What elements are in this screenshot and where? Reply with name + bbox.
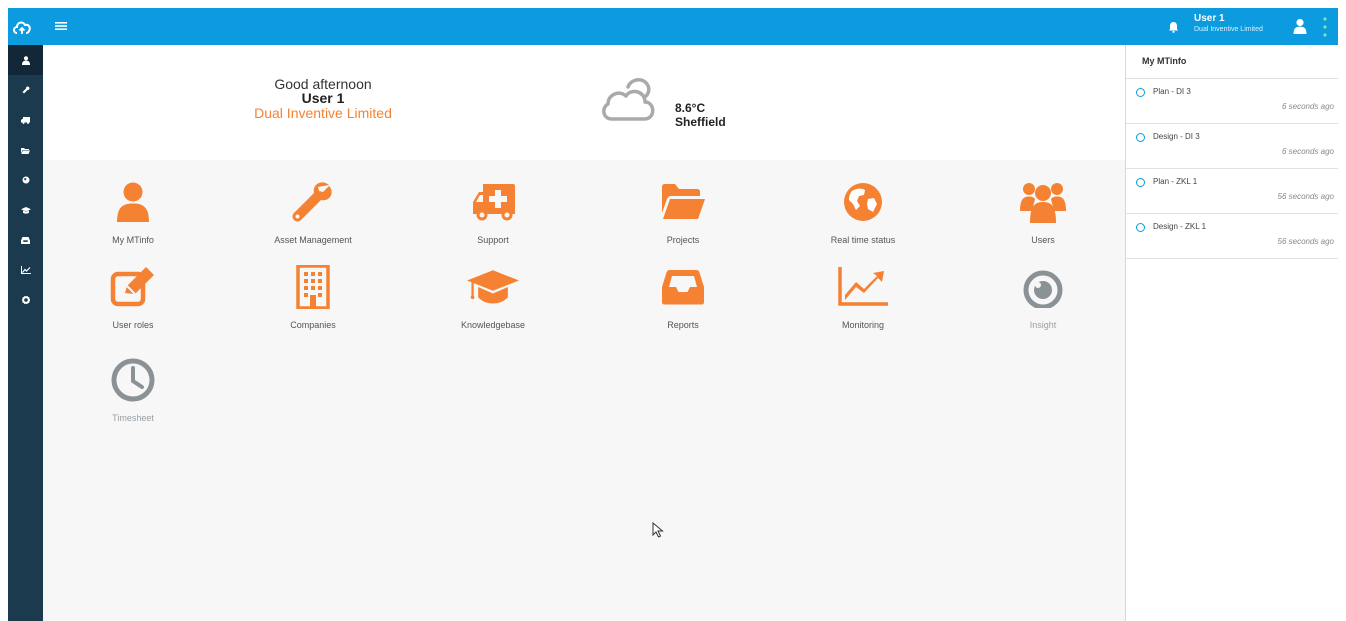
- weather-temperature: 8.6°C: [675, 101, 706, 115]
- recent-activity-panel: My MTinfo Plan - DI 3 6 seconds ago Desi…: [1125, 45, 1338, 621]
- sidebar-item-asset-management[interactable]: [8, 75, 43, 105]
- header-company-name: Dual Inventive Limited: [1194, 26, 1263, 33]
- status-circle-icon: [1136, 88, 1145, 97]
- tile-real-time-status[interactable]: Real time status: [793, 178, 933, 258]
- target-icon: [1017, 263, 1069, 311]
- recent-item-time: 6 seconds ago: [1281, 147, 1334, 156]
- tile-label: Timesheet: [112, 413, 154, 423]
- recent-item-time: 56 seconds ago: [1277, 192, 1335, 201]
- ambulance-icon: [467, 178, 519, 226]
- sidebar: [8, 45, 43, 621]
- recent-item-title: Plan - ZKL 1: [1153, 177, 1198, 186]
- building-icon: [287, 263, 339, 311]
- recent-item[interactable]: Design - ZKL 1 56 seconds ago: [1126, 214, 1338, 259]
- wrench-icon: [287, 178, 339, 226]
- user-icon: [107, 178, 159, 226]
- sidebar-item-knowledgebase[interactable]: [8, 195, 43, 225]
- sidebar-item-projects[interactable]: [8, 135, 43, 165]
- tile-reports[interactable]: Reports: [613, 263, 753, 343]
- folder-icon: [21, 147, 30, 154]
- tile-label: Real time status: [830, 235, 896, 245]
- top-bar: User 1 Dual Inventive Limited: [8, 8, 1338, 45]
- tile-projects[interactable]: Projects: [613, 178, 753, 258]
- user-avatar-icon[interactable]: [1290, 14, 1310, 38]
- weather-readout: 8.6°C Sheffield: [675, 101, 726, 129]
- folder-open-icon: [657, 178, 709, 226]
- recent-activity-title: My MTinfo: [1126, 45, 1338, 79]
- greeting-panel: Good afternoon User 1 Dual Inventive Lim…: [43, 45, 1125, 160]
- recent-item-title: Design - DI 3: [1153, 132, 1200, 141]
- header-user-name: User 1: [1194, 13, 1225, 24]
- bell-icon[interactable]: [1164, 18, 1182, 36]
- tile-label: Projects: [666, 235, 700, 245]
- line-chart-icon: [20, 266, 31, 274]
- users-icon: [1017, 178, 1069, 226]
- greeting-text: Good afternoon User 1 Dual Inventive Lim…: [253, 77, 393, 121]
- recent-item-title: Plan - DI 3: [1153, 87, 1191, 96]
- tile-label: Support: [477, 235, 509, 245]
- cloud-logo-icon[interactable]: [8, 8, 36, 45]
- user-icon: [21, 55, 30, 65]
- weather-location: Sheffield: [675, 115, 726, 129]
- recent-item-title: Design - ZKL 1: [1153, 222, 1207, 231]
- recent-item[interactable]: Design - DI 3 6 seconds ago: [1126, 124, 1338, 169]
- tile-my-mtinfo[interactable]: My MTinfo: [63, 178, 203, 258]
- sidebar-item-support[interactable]: [8, 105, 43, 135]
- status-circle-icon: [1136, 133, 1145, 142]
- recent-item[interactable]: Plan - ZKL 1 56 seconds ago: [1126, 169, 1338, 214]
- gear-icon: [21, 296, 30, 304]
- greeting-salutation: Good afternoon: [274, 76, 372, 92]
- tile-label: Users: [1031, 235, 1055, 245]
- sidebar-item-real-time-status[interactable]: [8, 165, 43, 195]
- recent-item-time: 6 seconds ago: [1281, 102, 1334, 111]
- tile-insight[interactable]: Insight: [973, 263, 1113, 343]
- tile-label: Knowledgebase: [460, 320, 526, 330]
- area-chart-icon: [837, 263, 889, 311]
- kebab-menu-icon[interactable]: [1317, 14, 1333, 40]
- tile-timesheet[interactable]: Timesheet: [63, 356, 203, 436]
- tile-label: Insight: [1029, 320, 1057, 330]
- tile-support[interactable]: Support: [423, 178, 563, 258]
- sidebar-item-monitoring[interactable]: [8, 255, 43, 285]
- tile-label: User roles: [112, 320, 154, 330]
- tile-users[interactable]: Users: [973, 178, 1113, 258]
- tile-knowledgebase[interactable]: Knowledgebase: [423, 263, 563, 343]
- inbox-icon: [21, 236, 30, 244]
- wrench-icon: [22, 86, 30, 94]
- hamburger-menu-icon[interactable]: [52, 17, 70, 35]
- tile-label: Reports: [667, 320, 699, 330]
- status-circle-icon: [1136, 223, 1145, 232]
- recent-item-time: 56 seconds ago: [1277, 237, 1335, 246]
- mouse-cursor-icon: [652, 521, 664, 538]
- tile-companies[interactable]: Companies: [243, 263, 383, 343]
- header-user-info[interactable]: User 1 Dual Inventive Limited: [1194, 13, 1284, 41]
- graduation-cap-icon: [467, 263, 519, 311]
- inbox-icon: [657, 263, 709, 311]
- tile-user-roles[interactable]: User roles: [63, 263, 203, 343]
- greeting-company: Dual Inventive Limited: [254, 105, 392, 121]
- graduation-cap-icon: [20, 206, 31, 214]
- status-circle-icon: [1136, 178, 1145, 187]
- recent-item[interactable]: Plan - DI 3 6 seconds ago: [1126, 79, 1338, 124]
- clock-icon: [107, 356, 159, 404]
- tile-label: Companies: [290, 320, 336, 330]
- tile-label: Monitoring: [841, 320, 885, 330]
- ambulance-icon: [21, 116, 30, 124]
- globe-icon: [837, 178, 889, 226]
- app-window: User 1 Dual Inventive Limited Good after…: [8, 8, 1338, 621]
- tile-monitoring[interactable]: Monitoring: [793, 263, 933, 343]
- cloud-icon: [598, 75, 664, 125]
- sidebar-item-reports[interactable]: [8, 225, 43, 255]
- tile-label: My MTinfo: [112, 235, 154, 245]
- sidebar-item-my-mtinfo[interactable]: [8, 45, 43, 75]
- greeting-user-name: User 1: [301, 90, 345, 106]
- globe-icon: [22, 176, 29, 184]
- tile-asset-management[interactable]: Asset Management: [243, 178, 383, 258]
- sidebar-item-settings[interactable]: [8, 285, 43, 315]
- edit-icon: [107, 263, 159, 311]
- tile-label: Asset Management: [274, 235, 352, 245]
